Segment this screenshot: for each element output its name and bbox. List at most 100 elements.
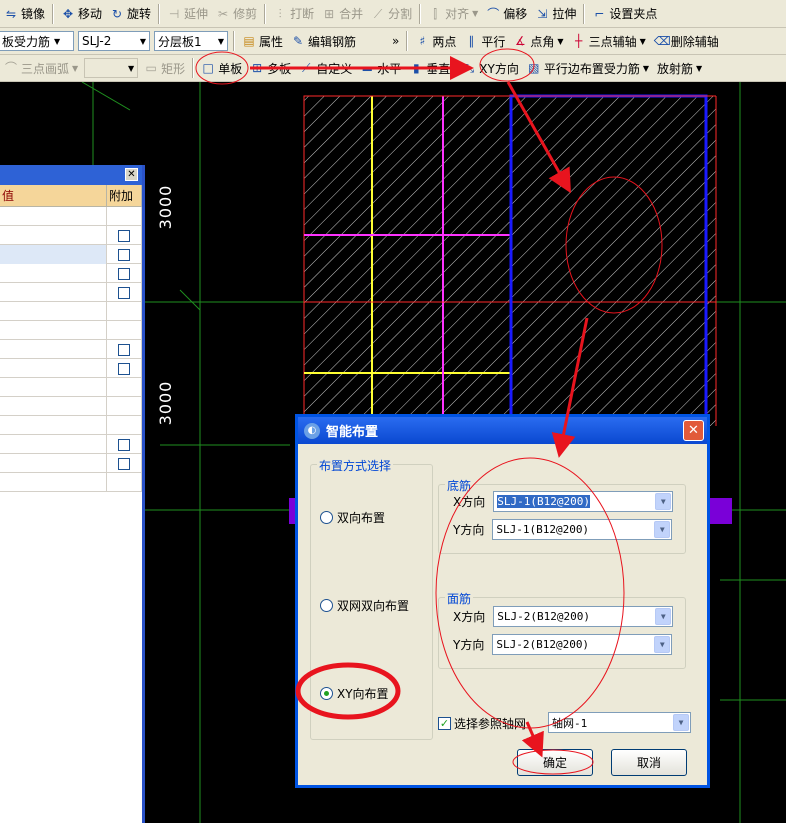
attach-cell	[107, 378, 142, 397]
horizontal-button[interactable]: ▬ 水平	[356, 57, 405, 79]
attach-checkbox[interactable]	[118, 248, 130, 261]
multi-slab-button[interactable]: ⊞ 多板	[246, 57, 295, 79]
value-cell[interactable]	[0, 378, 107, 397]
radio-circle[interactable]	[320, 687, 333, 700]
element-type-dropdown[interactable]: 板受力筋 ▼	[0, 31, 74, 51]
table-row[interactable]	[0, 245, 142, 264]
set-grip-button[interactable]: ⌐ 设置夹点	[588, 3, 661, 25]
attach-checkbox[interactable]	[118, 286, 130, 299]
attach-cell	[107, 359, 142, 378]
align-dropdown[interactable]: ⫿ 对齐 ▼	[424, 3, 482, 25]
move-button[interactable]: ✥ 移动	[57, 3, 106, 25]
table-row[interactable]	[0, 416, 142, 435]
stretch-button[interactable]: ⇲ 拉伸	[531, 3, 580, 25]
attach-checkbox[interactable]	[118, 457, 130, 470]
rebar-name-dropdown[interactable]: SLJ-2 ▼	[78, 31, 150, 51]
break-button[interactable]: ⫶ 打断	[269, 3, 318, 25]
value-cell[interactable]	[0, 397, 107, 416]
toolbar-separator	[583, 3, 586, 24]
radio-double-net[interactable]: 双网双向布置	[320, 597, 409, 614]
radial-dropdown[interactable]: 放射筋 ▼	[653, 57, 706, 79]
value-cell[interactable]	[0, 359, 107, 378]
point-angle-dropdown[interactable]: ∡ 点角 ▼	[509, 30, 567, 52]
table-row[interactable]	[0, 264, 142, 283]
chevron-down-icon[interactable]: ▼	[654, 636, 671, 653]
offset-button[interactable]: ⌒ 偏移	[482, 3, 531, 25]
bottom-y-select[interactable]: SLJ-1(B12@200) ▼	[492, 519, 673, 540]
value-cell[interactable]	[0, 245, 107, 264]
table-row[interactable]	[0, 454, 142, 473]
value-cell[interactable]	[0, 226, 107, 245]
top-x-select[interactable]: SLJ-2(B12@200) ▼	[493, 606, 674, 627]
two-points-button[interactable]: ♯ 两点	[411, 30, 460, 52]
value-cell[interactable]	[0, 473, 107, 492]
xy-direction-button[interactable]: ⤡ XY方向	[458, 57, 523, 79]
properties-button[interactable]: ▤ 属性	[238, 30, 287, 52]
value-cell[interactable]	[0, 264, 107, 283]
table-row[interactable]	[0, 283, 142, 302]
delete-aux-button[interactable]: ⌫ 删除辅轴	[650, 30, 723, 52]
top-y-select[interactable]: SLJ-2(B12@200) ▼	[492, 634, 673, 655]
table-row[interactable]	[0, 473, 142, 492]
rotate-button[interactable]: ↻ 旋转	[106, 3, 155, 25]
parallel-edge-button[interactable]: ▧ 平行边布置受力筋 ▼	[523, 57, 653, 79]
ref-axis-select[interactable]: 轴网-1 ▼	[548, 712, 691, 733]
attach-checkbox[interactable]	[118, 362, 130, 375]
vertical-button[interactable]: ▮ 垂直	[405, 57, 454, 79]
value-cell[interactable]	[0, 454, 107, 473]
rect-button[interactable]: ▭ 矩形	[140, 57, 189, 79]
table-row[interactable]	[0, 340, 142, 359]
three-point-arc-dropdown[interactable]: ⌒ 三点画弧 ▼	[0, 57, 82, 79]
radio-xy[interactable]: XY向布置	[320, 685, 389, 702]
table-row[interactable]	[0, 207, 142, 226]
three-point-aux-dropdown[interactable]: ┼ 三点辅轴 ▼	[568, 30, 650, 52]
attach-checkbox[interactable]	[118, 229, 130, 242]
table-row[interactable]	[0, 226, 142, 245]
value-cell[interactable]	[0, 207, 107, 226]
rotate-icon: ↻	[112, 6, 123, 21]
table-row[interactable]	[0, 302, 142, 321]
custom-button[interactable]: ⟋ 自定义	[295, 57, 356, 79]
table-row[interactable]	[0, 321, 142, 340]
attach-checkbox[interactable]	[118, 343, 130, 356]
radio-bidirectional[interactable]: 双向布置	[320, 509, 385, 526]
layer-dropdown[interactable]: 分层板1 ▼	[154, 31, 228, 51]
chevron-down-icon[interactable]: ▼	[655, 608, 672, 625]
arc-param-dropdown[interactable]: ▼	[84, 58, 139, 78]
value-cell[interactable]	[0, 302, 107, 321]
toolbar-overflow-button[interactable]: »	[388, 30, 403, 52]
chevron-down-icon[interactable]: ▼	[654, 521, 671, 538]
table-row[interactable]	[0, 359, 142, 378]
merge-button[interactable]: ⊞ 合并	[318, 3, 367, 25]
table-row[interactable]	[0, 435, 142, 454]
table-row[interactable]	[0, 378, 142, 397]
rect-icon: ▭	[145, 61, 157, 75]
trim-button[interactable]: ✂ 修剪	[212, 3, 261, 25]
single-slab-button[interactable]: □ 单板	[197, 57, 246, 79]
table-row[interactable]	[0, 397, 142, 416]
value-cell[interactable]	[0, 416, 107, 435]
ref-axis-checkbox[interactable]: ✓ 选择参照轴网	[438, 715, 526, 732]
edit-rebar-button[interactable]: ✎ 编辑钢筋	[287, 30, 360, 52]
mirror-button[interactable]: ⇋ 镜像	[0, 3, 49, 25]
value-cell[interactable]	[0, 435, 107, 454]
value-cell[interactable]	[0, 340, 107, 359]
parallel-button[interactable]: ∥ 平行	[460, 30, 509, 52]
extend-button[interactable]: ⊣ 延伸	[163, 3, 212, 25]
value-cell[interactable]	[0, 321, 107, 340]
split-button[interactable]: ⟋ 分割	[367, 3, 416, 25]
radio-circle[interactable]	[320, 511, 333, 524]
chevron-down-icon[interactable]: ▼	[673, 714, 689, 731]
arc-icon: ⌒	[4, 61, 17, 75]
attach-checkbox[interactable]	[118, 438, 130, 451]
close-icon[interactable]: ✕	[125, 168, 138, 181]
attach-checkbox[interactable]	[118, 267, 130, 280]
radio-circle[interactable]	[320, 599, 333, 612]
close-icon[interactable]: ✕	[683, 420, 704, 441]
cancel-button[interactable]: 取消	[611, 749, 687, 776]
value-cell[interactable]	[0, 283, 107, 302]
chevron-down-icon[interactable]: ▼	[655, 493, 672, 510]
checkbox[interactable]: ✓	[438, 717, 451, 730]
bottom-x-select[interactable]: SLJ-1(B12@200) ▼	[493, 491, 674, 512]
ok-button[interactable]: 确定	[517, 749, 593, 776]
